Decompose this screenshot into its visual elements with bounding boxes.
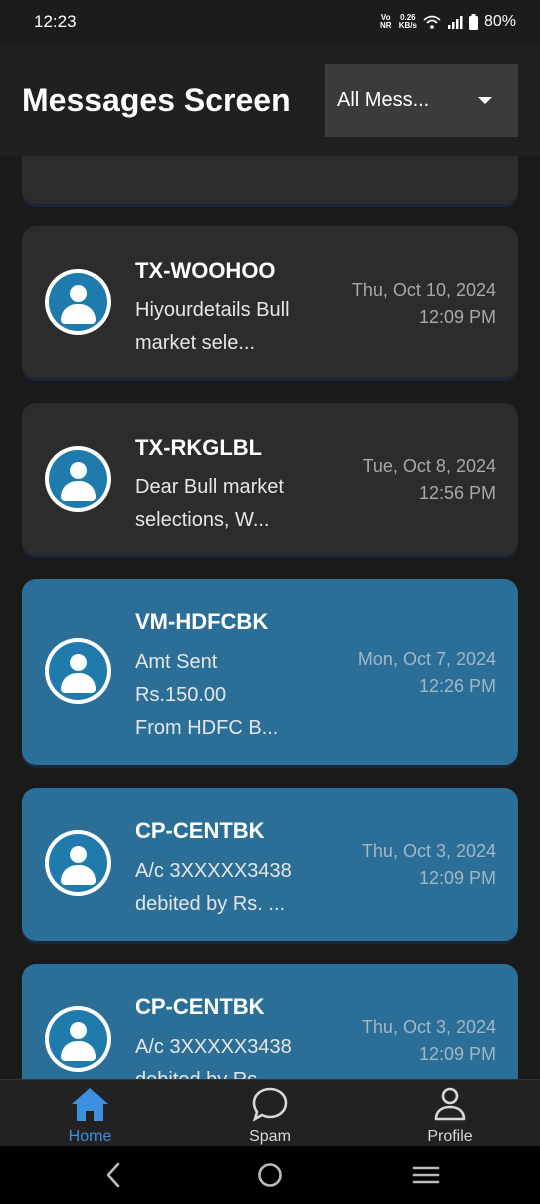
message-card[interactable]: VM-HDFCBK Amt Sent Rs.150.00 From HDFC B… bbox=[22, 579, 518, 765]
network-speed: 0.26 KB/s bbox=[399, 14, 417, 30]
system-nav-bar bbox=[0, 1146, 540, 1204]
person-icon bbox=[49, 642, 107, 700]
message-card[interactable]: CP-CENTBK A/c 3XXXXX3438 debited by Rs. … bbox=[22, 788, 518, 941]
message-timestamp: Tue, Oct 8, 2024 12:56 PM bbox=[363, 453, 496, 507]
message-sender: CP-CENTBK bbox=[135, 994, 265, 1019]
preview-line: debited by Rs. ... bbox=[135, 893, 286, 915]
nav-label: Home bbox=[68, 1128, 112, 1145]
message-date: Thu, Oct 3, 2024 bbox=[361, 1017, 496, 1037]
message-filter-dropdown[interactable]: All Mess... bbox=[325, 64, 518, 137]
message-card-partial[interactable] bbox=[22, 156, 518, 204]
person-icon bbox=[49, 834, 107, 892]
avatar bbox=[45, 446, 111, 512]
recents-icon[interactable] bbox=[411, 1160, 441, 1190]
signal-icon bbox=[447, 16, 463, 29]
message-sender: TX-WOOHOO bbox=[135, 258, 276, 283]
avatar bbox=[45, 1006, 111, 1072]
battery-percent: 80% bbox=[483, 13, 516, 30]
preview-line: market sele... bbox=[135, 332, 256, 354]
message-time: 12:09 PM bbox=[418, 307, 496, 327]
message-timestamp: Thu, Oct 10, 2024 12:09 PM bbox=[352, 277, 496, 331]
message-preview: Hiyourdetails Bull market sele... bbox=[135, 294, 325, 360]
message-date: Tue, Oct 8, 2024 bbox=[362, 456, 496, 476]
chevron-down-icon bbox=[478, 97, 492, 104]
nav-label: Spam bbox=[249, 1128, 291, 1145]
message-date: Mon, Oct 7, 2024 bbox=[357, 649, 496, 669]
person-icon bbox=[434, 1087, 466, 1121]
message-date: Thu, Oct 3, 2024 bbox=[361, 841, 496, 861]
message-time: 12:56 PM bbox=[418, 483, 496, 503]
nav-profile[interactable]: Profile bbox=[390, 1080, 510, 1147]
avatar bbox=[45, 269, 111, 335]
back-icon[interactable] bbox=[99, 1160, 129, 1190]
chat-bubble-icon bbox=[252, 1087, 288, 1122]
message-sender: VM-HDFCBK bbox=[135, 609, 269, 634]
preview-line: Amt Sent bbox=[135, 651, 218, 673]
message-card[interactable]: TX-RKGLBL Dear Bull market selections, W… bbox=[22, 403, 518, 555]
preview-line: debited by Rs. ... bbox=[135, 1064, 325, 1079]
message-time: 12:09 PM bbox=[418, 868, 496, 888]
message-preview: A/c 3XXXXX3438 debited by Rs. ... bbox=[135, 855, 325, 921]
status-bar: 12:23 Vo NR 0.26 KB/s 80% bbox=[0, 0, 540, 44]
preview-line: Dear Bull market bbox=[135, 476, 284, 498]
bottom-nav: Home Spam Profile bbox=[0, 1079, 540, 1146]
preview-line: From HDFC B... bbox=[135, 717, 279, 739]
message-time: 12:26 PM bbox=[418, 676, 496, 696]
page-title: Messages Screen bbox=[22, 82, 291, 118]
preview-line: selections, W... bbox=[135, 509, 270, 531]
preview-line: Hiyourdetails Bull bbox=[135, 299, 290, 321]
wifi-icon bbox=[423, 15, 441, 29]
nav-spam[interactable]: Spam bbox=[210, 1080, 330, 1147]
battery-icon bbox=[468, 14, 478, 30]
message-date: Thu, Oct 10, 2024 bbox=[351, 280, 496, 300]
message-timestamp: Mon, Oct 7, 2024 12:26 PM bbox=[358, 646, 496, 700]
message-preview: Amt Sent Rs.150.00 From HDFC B... bbox=[135, 646, 325, 745]
filter-selected-value: All Mess... bbox=[337, 89, 430, 111]
message-sender: TX-RKGLBL bbox=[135, 435, 263, 460]
person-icon bbox=[49, 450, 107, 508]
message-timestamp: Thu, Oct 3, 2024 12:09 PM bbox=[362, 838, 496, 892]
message-time: 12:09 PM bbox=[418, 1044, 496, 1064]
message-preview: Dear Bull market selections, W... bbox=[135, 471, 325, 537]
preview-line: Rs.150.00 bbox=[135, 684, 227, 706]
person-icon bbox=[49, 273, 107, 331]
message-list[interactable]: TX-WOOHOO Hiyourdetails Bull market sele… bbox=[0, 156, 540, 1079]
nav-home[interactable]: Home bbox=[30, 1080, 150, 1147]
status-time: 12:23 bbox=[34, 12, 77, 31]
message-timestamp: Thu, Oct 3, 2024 12:09 PM bbox=[362, 1014, 496, 1068]
message-preview: A/c 3XXXXX3438 debited by Rs. ... bbox=[135, 1031, 325, 1079]
network-type-label: Vo NR bbox=[379, 13, 392, 30]
person-icon bbox=[49, 1010, 107, 1068]
message-card[interactable]: TX-WOOHOO Hiyourdetails Bull market sele… bbox=[22, 226, 518, 378]
home-circle-icon[interactable] bbox=[255, 1160, 285, 1190]
message-card[interactable]: CP-CENTBK A/c 3XXXXX3438 debited by Rs. … bbox=[22, 964, 518, 1079]
home-icon bbox=[72, 1088, 108, 1121]
message-sender: CP-CENTBK bbox=[135, 818, 265, 843]
preview-line: A/c 3XXXXX3438 bbox=[135, 860, 292, 882]
preview-line: A/c 3XXXXX3438 bbox=[135, 1036, 292, 1058]
avatar bbox=[45, 638, 111, 704]
speed-unit: KB/s bbox=[398, 21, 417, 30]
nav-label: Profile bbox=[427, 1128, 473, 1145]
status-icons: Vo NR 0.26 KB/s 80% bbox=[379, 13, 516, 31]
avatar bbox=[45, 830, 111, 896]
app-header: Messages Screen All Mess... bbox=[0, 44, 540, 156]
